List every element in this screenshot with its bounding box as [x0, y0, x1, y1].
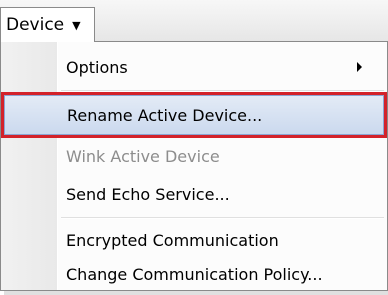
caret-down-icon: ▼: [72, 18, 81, 32]
menu-item-label: Encrypted Communication: [66, 230, 279, 250]
device-dropdown-menu: Options Rename Active Device... Wink Act…: [0, 41, 388, 291]
menu-item-label: Rename Active Device...: [67, 105, 263, 125]
submenu-arrow-icon: [357, 62, 362, 72]
menu-item-rename-active-device[interactable]: Rename Active Device...: [1, 92, 387, 138]
menu-item-label: Change Communication Policy...: [66, 264, 323, 284]
menu-item-wink-active-device[interactable]: Wink Active Device: [4, 136, 384, 176]
menu-item-change-communication-policy[interactable]: Change Communication Policy...: [4, 254, 384, 294]
menu-item-label: Send Echo Service...: [66, 184, 230, 204]
menu-separator: [61, 217, 384, 219]
device-menu-label: Device: [6, 15, 65, 35]
menu-separator: [61, 90, 384, 92]
menu-item-options[interactable]: Options: [4, 47, 384, 87]
menu-item-label: Options: [66, 57, 128, 77]
menu-item-label: Wink Active Device: [66, 146, 220, 166]
device-menu[interactable]: Device ▼: [0, 7, 95, 42]
menu-item-send-echo-service[interactable]: Send Echo Service...: [4, 174, 384, 214]
